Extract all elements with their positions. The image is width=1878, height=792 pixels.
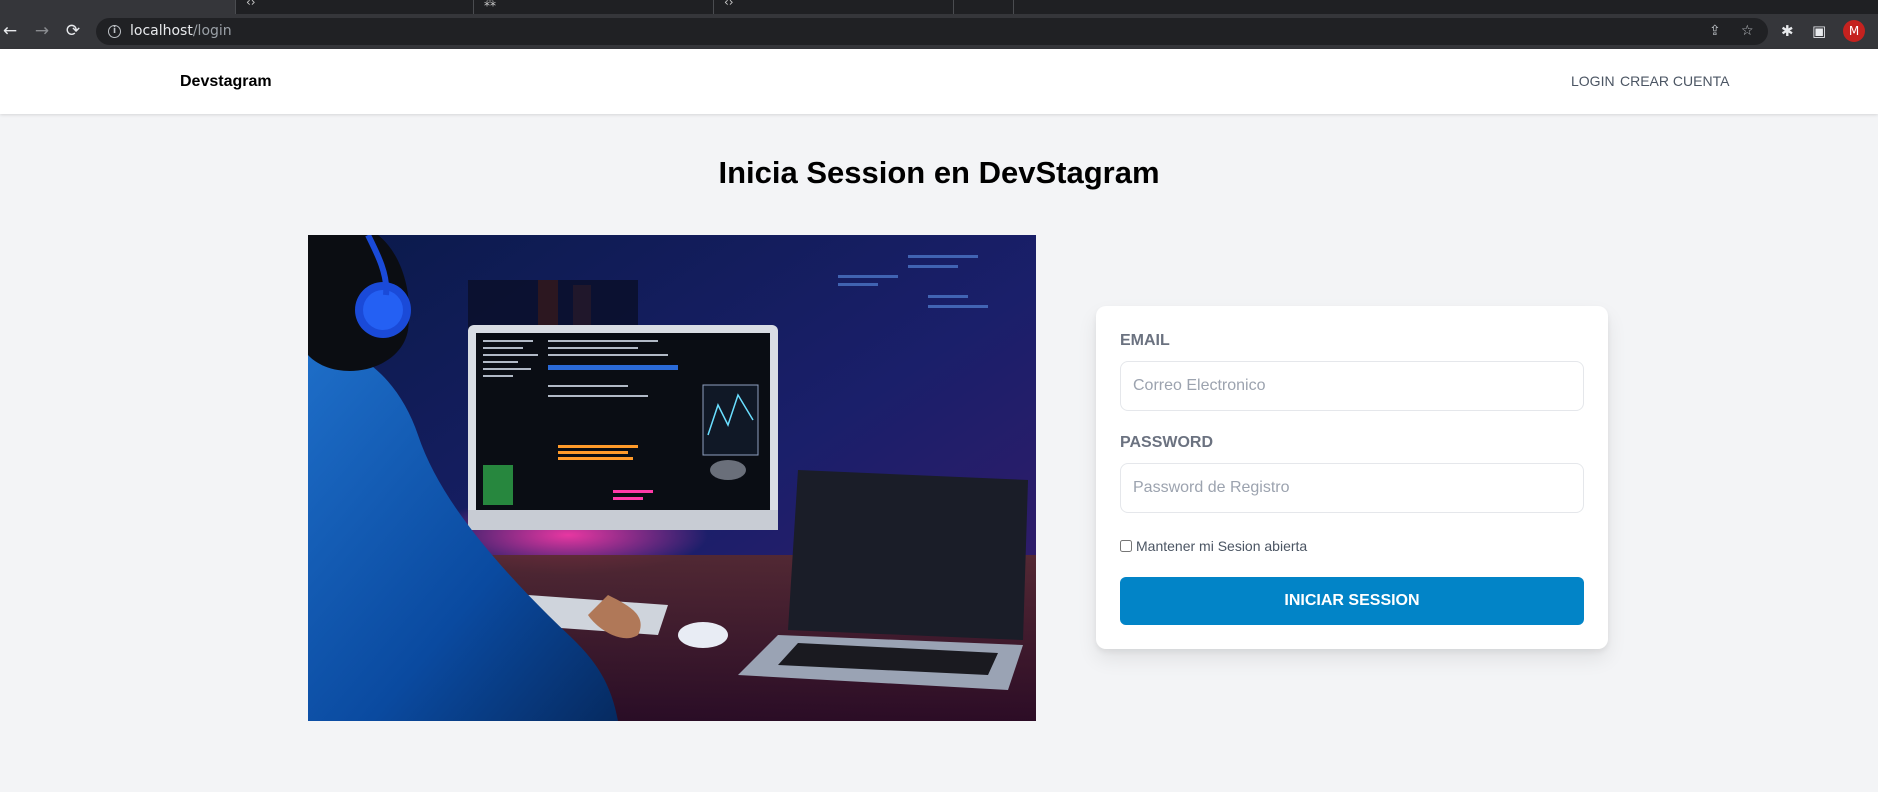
site-header: Devstagram Login Crear Cuenta bbox=[0, 49, 1878, 114]
code-icon: ‹› bbox=[724, 0, 734, 9]
browser-tabstrip: ‹› ⁂ ‹› bbox=[0, 0, 1878, 14]
remember-session-checkbox[interactable] bbox=[1120, 540, 1132, 552]
hero-image bbox=[308, 235, 1036, 721]
brand-logo[interactable]: Devstagram bbox=[180, 73, 272, 91]
browser-tab-active[interactable] bbox=[0, 0, 236, 14]
share-icon[interactable]: ⇪ bbox=[1709, 23, 1721, 39]
profile-avatar[interactable]: M bbox=[1843, 20, 1865, 42]
remember-session-label: Mantener mi Sesion abierta bbox=[1136, 538, 1308, 554]
password-field[interactable] bbox=[1120, 463, 1584, 513]
login-submit-button[interactable]: Iniciar Session bbox=[1120, 577, 1584, 625]
extensions-icon[interactable]: ✱ bbox=[1781, 22, 1794, 40]
browser-toolbar: ← → ⟳ i localhost/login ⇪ ☆ ✱ ▣ M bbox=[0, 14, 1878, 49]
address-bar[interactable]: i localhost/login ⇪ ☆ bbox=[96, 18, 1768, 45]
url-text[interactable]: localhost/login bbox=[130, 23, 232, 39]
reload-icon[interactable]: ⟳ bbox=[63, 21, 83, 41]
side-panel-icon[interactable]: ▣ bbox=[1812, 22, 1826, 40]
email-field[interactable] bbox=[1120, 361, 1584, 411]
password-label: Password bbox=[1120, 434, 1214, 451]
browser-tab[interactable]: ‹› bbox=[236, 0, 474, 14]
nav-login-link[interactable]: Login bbox=[1571, 73, 1615, 89]
login-form: Email Password Mantener mi Sesion abiert… bbox=[1096, 306, 1608, 649]
code-icon: ‹› bbox=[246, 0, 256, 9]
info-icon[interactable]: i bbox=[108, 25, 121, 38]
nav-create-account-link[interactable]: Crear Cuenta bbox=[1620, 73, 1729, 89]
bookmark-star-icon[interactable]: ☆ bbox=[1741, 23, 1754, 39]
browser-tab[interactable]: ‹› bbox=[714, 0, 954, 14]
back-arrow-icon[interactable]: ← bbox=[0, 21, 20, 41]
forward-arrow-icon[interactable]: → bbox=[32, 21, 52, 41]
browser-tab[interactable]: ⁂ bbox=[474, 0, 714, 14]
page-icon: ⁂ bbox=[484, 0, 496, 9]
email-label: Email bbox=[1120, 332, 1170, 349]
page-title: Inicia Session en DevStagram bbox=[718, 155, 1160, 190]
browser-tab[interactable] bbox=[954, 0, 1014, 14]
remember-session[interactable]: Mantener mi Sesion abierta bbox=[1120, 538, 1307, 554]
